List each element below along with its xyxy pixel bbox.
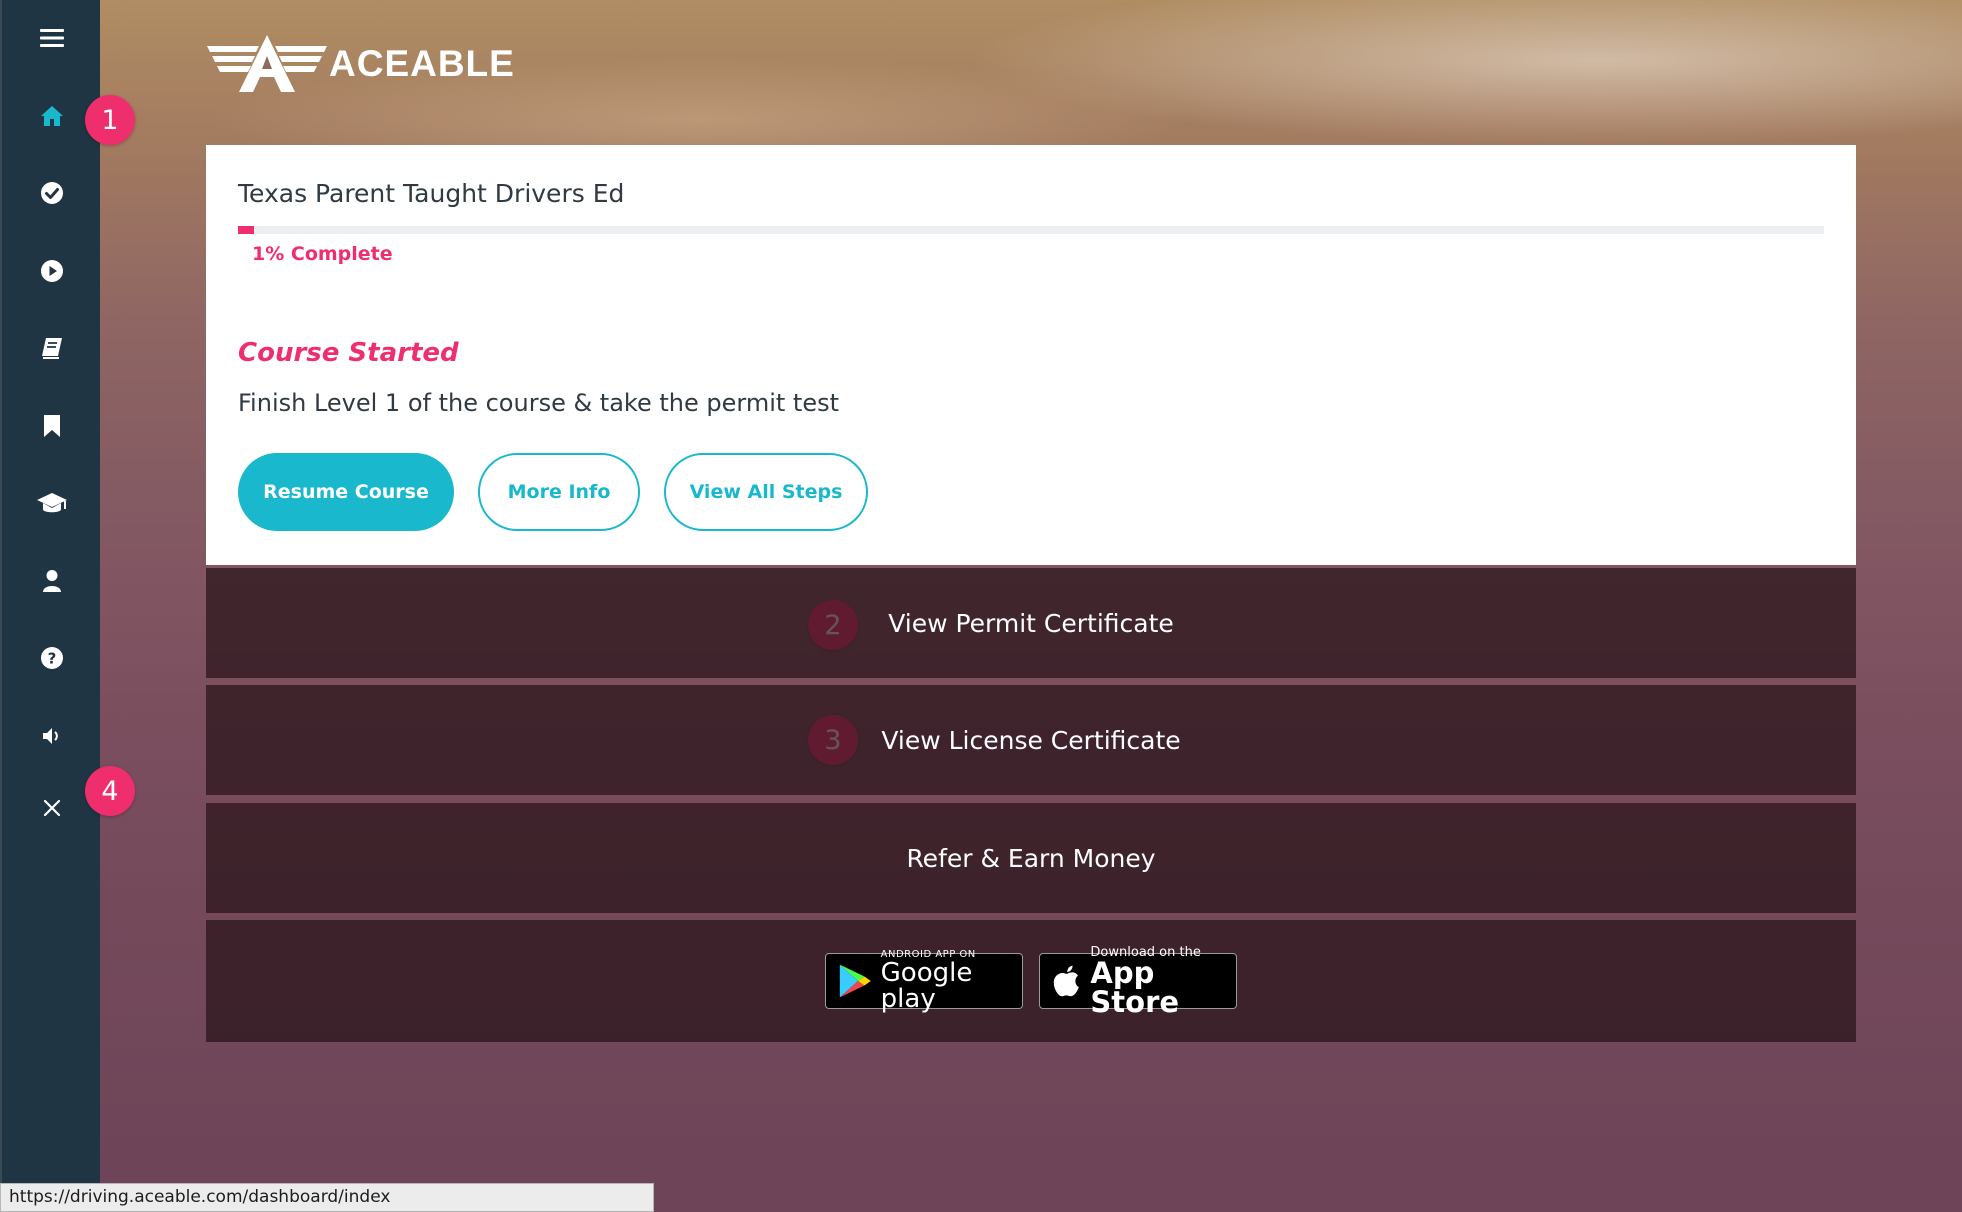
progress-bar: [238, 226, 1824, 234]
status-bar-url: https://driving.aceable.com/dashboard/in…: [0, 1183, 654, 1212]
app-store-badges-row: ANDROID APP ON Google play Download on t…: [206, 920, 1856, 1042]
progress-label: 1% Complete: [252, 243, 393, 265]
bookmark-icon[interactable]: [2, 404, 102, 448]
menu-icon[interactable]: [2, 16, 102, 60]
resume-course-button[interactable]: Resume Course: [238, 453, 454, 531]
app-store-badge[interactable]: Download on the App Store: [1039, 946, 1237, 1016]
check-circle-icon[interactable]: [2, 171, 102, 215]
brand-name: ACEABLE: [329, 43, 515, 84]
apple-icon: [1053, 965, 1079, 997]
status-heading: Course Started: [238, 338, 459, 368]
view-permit-certificate-label: View Permit Certificate: [888, 608, 1174, 638]
google-play-badge[interactable]: ANDROID APP ON Google play: [825, 950, 1023, 1014]
play-circle-icon[interactable]: [2, 249, 102, 293]
book-icon[interactable]: [2, 326, 102, 370]
user-icon[interactable]: [2, 559, 102, 603]
graduation-cap-icon[interactable]: [2, 481, 102, 525]
sidebar-nav: ?: [0, 0, 100, 1212]
refer-earn-money-link[interactable]: Refer & Earn Money: [206, 803, 1856, 913]
more-info-button[interactable]: More Info: [478, 453, 640, 531]
volume-icon[interactable]: [2, 714, 102, 758]
google-play-icon: [839, 964, 871, 998]
google-play-big-text: Google play: [880, 958, 973, 1014]
view-all-steps-button[interactable]: View All Steps: [664, 453, 868, 531]
refer-earn-money-label: Refer & Earn Money: [906, 843, 1156, 873]
progress-bar-fill: [238, 226, 254, 234]
aceable-logo[interactable]: ACEABLE: [207, 32, 515, 96]
help-circle-icon[interactable]: ?: [2, 636, 102, 680]
page: ? 1 2 3 4 ACEABLE Texas Parent Taught Dr…: [0, 0, 1962, 1212]
annotation-badge-1: 1: [85, 95, 135, 145]
annotation-badge-4: 4: [85, 766, 135, 816]
app-store-big-text: App Store: [1090, 955, 1180, 1019]
view-permit-certificate-link[interactable]: View Permit Certificate: [206, 568, 1856, 678]
course-title: Texas Parent Taught Drivers Ed: [238, 179, 625, 208]
view-license-certificate-label: View License Certificate: [881, 725, 1181, 755]
aceable-logo-mark: [207, 35, 327, 92]
svg-text:?: ?: [48, 650, 57, 668]
status-text: Finish Level 1 of the course & take the …: [238, 389, 839, 417]
view-license-certificate-link[interactable]: View License Certificate: [206, 685, 1856, 795]
course-card: Texas Parent Taught Drivers Ed 1% Comple…: [206, 145, 1856, 565]
